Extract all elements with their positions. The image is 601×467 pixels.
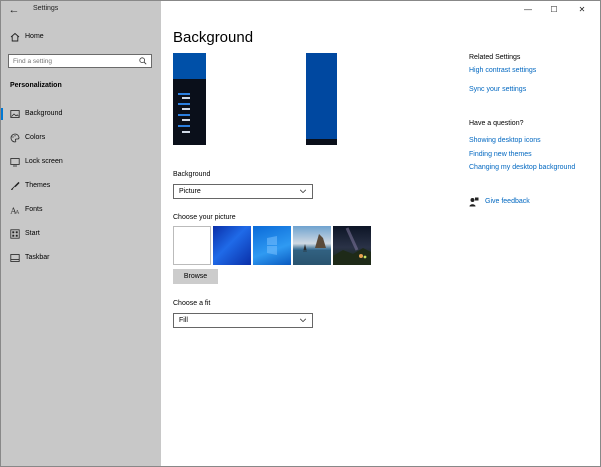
picture-thumbnail[interactable]: [333, 226, 371, 265]
sidebar-item-label: Colors: [25, 134, 46, 141]
sidebar-item-label: Start: [25, 230, 40, 237]
settings-window: ← Settings Home Personalization Backgrou…: [0, 0, 601, 467]
preview-bar: [182, 97, 190, 99]
app-title: Settings: [33, 5, 59, 12]
preview-bar: [182, 108, 190, 110]
picture-thumbnail[interactable]: [173, 226, 211, 265]
sidebar: ← Settings Home Personalization Backgrou…: [1, 1, 161, 466]
sidebar-item-fonts[interactable]: A A Fonts: [1, 201, 161, 219]
page-title: Background: [173, 29, 254, 46]
chevron-down-icon: [299, 318, 307, 323]
background-dropdown-value: Picture: [179, 188, 201, 195]
search-input[interactable]: [13, 56, 133, 66]
sidebar-item-label: Background: [25, 110, 63, 117]
picture-icon: [10, 110, 20, 118]
sidebar-item-lock-screen[interactable]: Lock screen: [1, 153, 161, 171]
question-title: Have a question?: [469, 120, 524, 127]
window-controls: — ☐ ✕: [510, 1, 600, 19]
night-sky-icon: [333, 227, 371, 265]
choose-picture-label: Choose your picture: [173, 214, 236, 221]
preview-bar: [178, 103, 190, 105]
sidebar-item-label: Taskbar: [25, 254, 50, 261]
sidebar-item-label: Fonts: [25, 206, 43, 213]
preview-bar: [178, 114, 190, 116]
svg-text:A: A: [15, 210, 20, 216]
windows-logo-icon: [267, 236, 277, 255]
start-icon: [10, 229, 20, 239]
preview-wallpaper: [306, 53, 337, 139]
browse-button[interactable]: Browse: [173, 269, 218, 284]
preview-bar: [178, 125, 190, 127]
preview-taskbar: [306, 139, 337, 145]
maximize-button[interactable]: ☐: [542, 1, 566, 19]
new-themes-link[interactable]: Finding new themes: [469, 151, 532, 158]
preview-bar: [182, 131, 190, 133]
sidebar-item-start[interactable]: Start: [1, 225, 161, 243]
preview-bar: [182, 119, 190, 121]
sidebar-item-label: Themes: [25, 182, 51, 189]
feedback-person-icon: [469, 197, 479, 207]
themes-icon: [11, 181, 20, 191]
palette-icon: [10, 133, 20, 143]
fit-dropdown[interactable]: Fill: [173, 313, 313, 328]
picture-thumbnail[interactable]: [293, 226, 331, 265]
section-title: Personalization: [10, 82, 62, 89]
sidebar-item-taskbar[interactable]: Taskbar: [1, 249, 161, 267]
desktop-preview: [173, 53, 337, 145]
related-settings-title: Related Settings: [469, 54, 521, 61]
home-label: Home: [25, 33, 44, 40]
minimize-button[interactable]: —: [516, 1, 540, 19]
sidebar-item-colors[interactable]: Colors: [1, 129, 161, 147]
home-icon: [10, 32, 20, 42]
preview-window: [206, 53, 306, 145]
sidebar-item-background[interactable]: Background: [1, 105, 161, 123]
search-box[interactable]: [8, 54, 152, 68]
preview-start-tile: [173, 53, 206, 79]
fonts-icon: A A: [10, 207, 20, 216]
taskbar-icon: [10, 254, 20, 262]
sidebar-item-label: Lock screen: [25, 158, 63, 165]
lock-screen-icon: [10, 158, 20, 167]
title-bar: ← Settings: [1, 1, 161, 19]
home-nav-item[interactable]: Home: [1, 30, 161, 46]
close-button[interactable]: ✕: [570, 1, 594, 19]
background-dropdown[interactable]: Picture: [173, 184, 313, 199]
desktop-icons-link[interactable]: Showing desktop icons: [469, 137, 541, 144]
change-background-link[interactable]: Changing my desktop background: [469, 164, 575, 171]
picture-thumbnail[interactable]: [253, 226, 291, 265]
fit-dropdown-value: Fill: [179, 317, 188, 324]
fit-label: Choose a fit: [173, 300, 211, 307]
search-icon[interactable]: [139, 57, 147, 65]
back-arrow-icon[interactable]: ←: [7, 3, 21, 17]
feedback-label: Give feedback: [485, 198, 530, 205]
sync-settings-link[interactable]: Sync your settings: [469, 86, 526, 93]
high-contrast-link[interactable]: High contrast settings: [469, 67, 536, 74]
background-label: Background: [173, 171, 211, 178]
preview-bar: [178, 93, 190, 95]
beach-scene-icon: [293, 234, 331, 265]
picture-thumbnail[interactable]: [213, 226, 251, 265]
sidebar-item-themes[interactable]: Themes: [1, 177, 161, 195]
chevron-down-icon: [299, 189, 307, 194]
